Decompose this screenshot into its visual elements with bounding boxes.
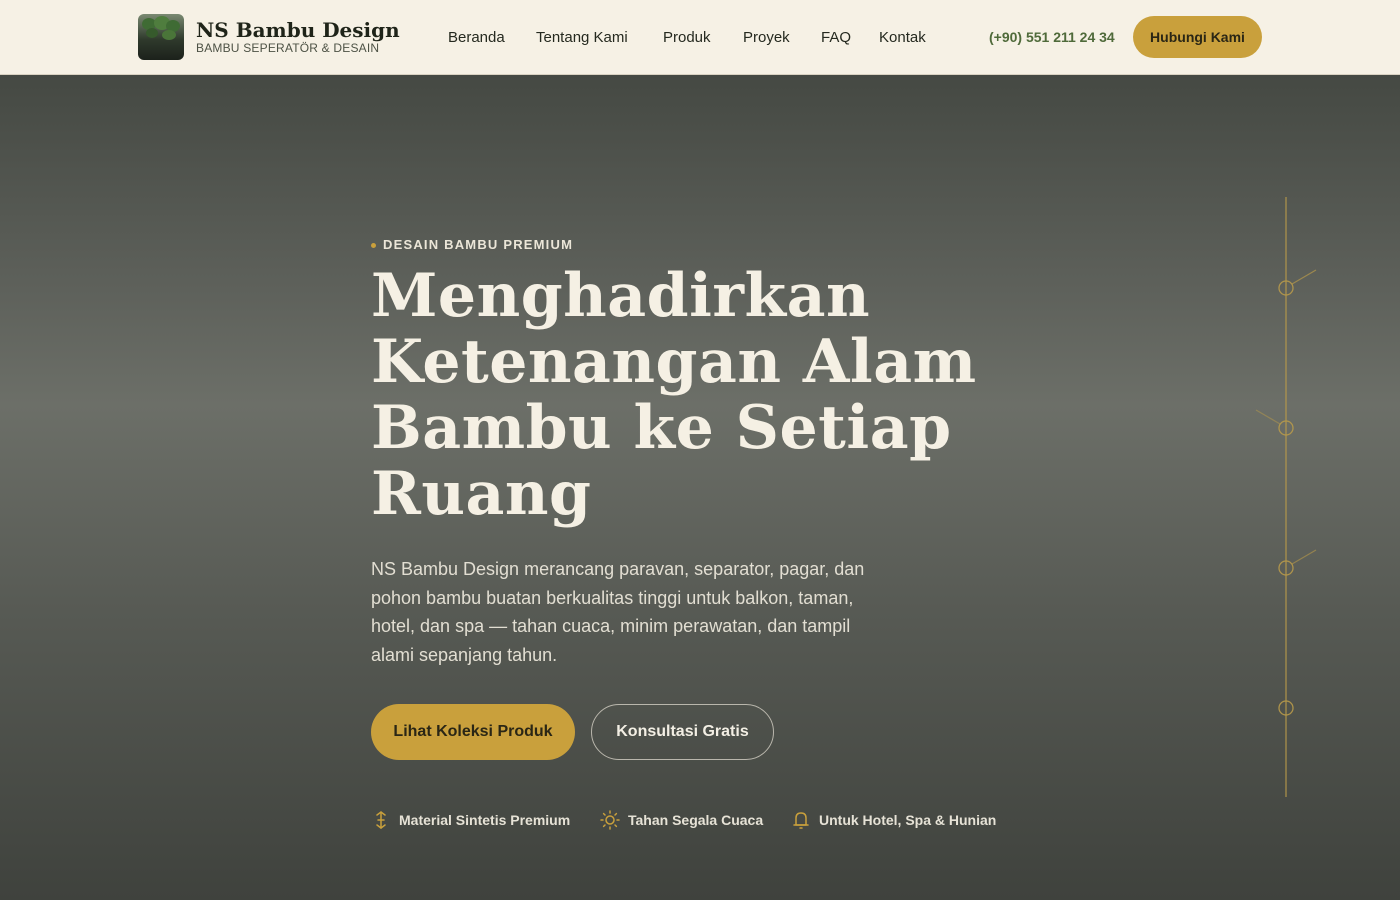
- bamboo-decoration: [1255, 197, 1317, 797]
- hero-description: NS Bambu Design merancang paravan, separ…: [371, 559, 865, 665]
- logo-image[interactable]: [138, 14, 184, 60]
- sun-icon: [600, 810, 620, 830]
- nav-produk[interactable]: Produk: [663, 29, 711, 46]
- contact-button[interactable]: Hubungi Kami: [1133, 16, 1262, 58]
- bamboo-icon: [376, 811, 386, 829]
- nav-beranda[interactable]: Beranda: [448, 29, 505, 46]
- brand-name[interactable]: NS Bambu Design: [196, 18, 400, 42]
- feature-label: Tahan Segala Cuaca: [628, 812, 764, 828]
- feature-item-material: Material Sintetis Premium: [371, 810, 570, 830]
- hero-headline: Menghadirkan Ketenangan Alam Bambu ke Se…: [371, 261, 977, 529]
- nav-tentang-kami[interactable]: Tentang Kami: [536, 29, 628, 46]
- phone-number[interactable]: (+90) 551 211 24 34: [989, 29, 1115, 45]
- view-products-button[interactable]: Lihat Koleksi Produk: [371, 704, 575, 760]
- feature-item-venues: Untuk Hotel, Spa & Hunian: [791, 810, 996, 830]
- feature-label: Material Sintetis Premium: [399, 812, 571, 828]
- hero-section: DESAIN BAMBU PREMIUM Menghadirkan Ketena…: [0, 75, 1400, 900]
- site-header: NS Bambu Design BAMBU SEPERATÖR & DESAIN…: [0, 0, 1400, 75]
- bell-icon: [793, 812, 809, 829]
- nav-kontak[interactable]: Kontak: [879, 29, 926, 46]
- nav-faq[interactable]: FAQ: [821, 29, 851, 46]
- nav-proyek[interactable]: Proyek: [743, 29, 790, 46]
- feature-item-weather: Tahan Segala Cuaca: [600, 810, 763, 830]
- free-consultation-button[interactable]: Konsultasi Gratis: [591, 704, 774, 760]
- brand-tagline: BAMBU SEPERATÖR & DESAIN: [196, 41, 380, 55]
- hero-eyebrow: DESAIN BAMBU PREMIUM: [383, 237, 574, 252]
- feature-label: Untuk Hotel, Spa & Hunian: [819, 812, 997, 828]
- eyebrow-dot-icon: [371, 243, 376, 248]
